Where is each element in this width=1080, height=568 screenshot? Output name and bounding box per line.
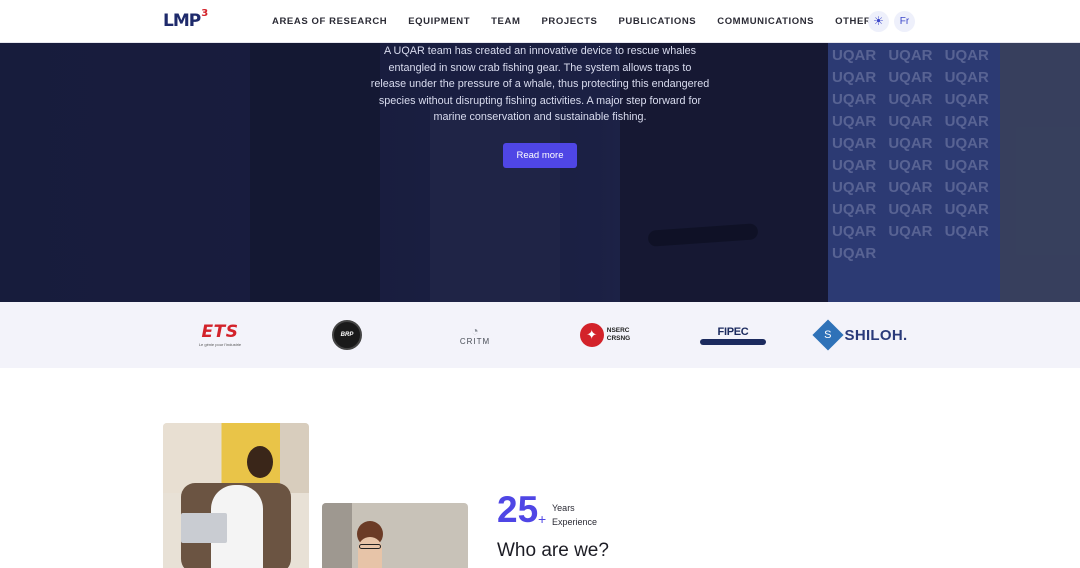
- photo-glasses: [359, 544, 381, 549]
- who-are-we-title: Who are we?: [497, 540, 609, 561]
- nav-projects[interactable]: PROJECTS: [541, 16, 597, 27]
- hero-line: species without disrupting fishing activ…: [378, 94, 702, 107]
- crsng-line: CRSNG: [606, 335, 631, 342]
- nav-areas-of-research[interactable]: AREAS OF RESEARCH: [272, 16, 387, 27]
- photo-background: [322, 503, 352, 568]
- main-nav: AREAS OF RESEARCH EQUIPMENT TEAM PROJECT…: [272, 0, 911, 43]
- partner-brp-logo[interactable]: BRP: [332, 320, 362, 350]
- shiloh-mark-letter: S: [823, 329, 832, 341]
- hero-line: marine conservation and sustainable fish…: [433, 111, 647, 123]
- partner-critm-logo[interactable]: ◔ CRITM: [455, 320, 495, 350]
- shiloh-mark-icon: S: [811, 319, 844, 351]
- hero-section: UQAR UQAR UQAR UQAR UQAR UQAR UQAR UQAR …: [0, 43, 1080, 302]
- photo-person-head: [247, 446, 273, 478]
- shiloh-logo-text: SHILOH.: [844, 326, 908, 344]
- partner-shiloh-logo[interactable]: S SHILOH.: [811, 319, 908, 351]
- read-more-button[interactable]: Read more: [503, 143, 577, 168]
- hero-line: A UQAR team has created an innovative de…: [383, 45, 697, 57]
- sun-icon: ☀: [873, 14, 884, 28]
- partners-strip: ETS Le génie pour l'industrie BRP ◔ CRIT…: [0, 302, 1080, 368]
- language-button[interactable]: Fr: [894, 11, 915, 32]
- ets-logo-text: ETS: [201, 321, 239, 342]
- hero-line: release under the pressure of a whale, t…: [370, 78, 710, 90]
- maple-leaf-icon: ✦: [579, 323, 604, 347]
- critm-logo-text: CRITM: [459, 336, 491, 346]
- fipec-logo-bar: [700, 338, 766, 345]
- nav-publications[interactable]: PUBLICATIONS: [618, 16, 696, 27]
- theme-toggle-button[interactable]: ☀: [868, 11, 889, 32]
- site-logo[interactable]: LMP3: [163, 8, 208, 31]
- team-photo-man: [163, 423, 309, 568]
- logo-superscript: 3: [201, 8, 208, 20]
- nserc-logo-text: NSERC CRSNG: [607, 327, 630, 343]
- photo-laptop: [181, 513, 227, 543]
- site-header: LMP3 AREAS OF RESEARCH EQUIPMENT TEAM PR…: [0, 0, 1080, 43]
- team-photo-woman: [322, 503, 468, 568]
- partner-nserc-logo[interactable]: ✦ NSERC CRSNG: [575, 322, 635, 348]
- ets-tagline: Le génie pour l'industrie: [198, 341, 242, 347]
- nav-communications[interactable]: COMMUNICATIONS: [717, 16, 814, 27]
- hero-description: A UQAR team has created an innovative de…: [370, 43, 710, 126]
- photo-person-face: [358, 537, 382, 568]
- partner-ets-logo[interactable]: ETS Le génie pour l'industrie: [198, 319, 242, 349]
- nserc-line: NSERC: [606, 327, 630, 334]
- experience-years-number: 25: [497, 489, 539, 530]
- fipec-logo-text: FIPEC: [717, 325, 749, 338]
- partner-fipec-logo[interactable]: FIPEC: [700, 322, 766, 348]
- experience-label-experience: Experience: [552, 517, 598, 527]
- hero-line: entangled in snow crab fishing gear. The…: [388, 61, 692, 74]
- brp-logo-text: BRP: [340, 332, 354, 338]
- logo-text: LMP: [163, 11, 201, 31]
- nav-equipment[interactable]: EQUIPMENT: [408, 16, 470, 27]
- critm-mark-icon: ◔: [471, 323, 479, 338]
- nav-team[interactable]: TEAM: [491, 16, 520, 27]
- experience-plus: +: [538, 511, 547, 527]
- experience-label-years: Years: [552, 503, 575, 513]
